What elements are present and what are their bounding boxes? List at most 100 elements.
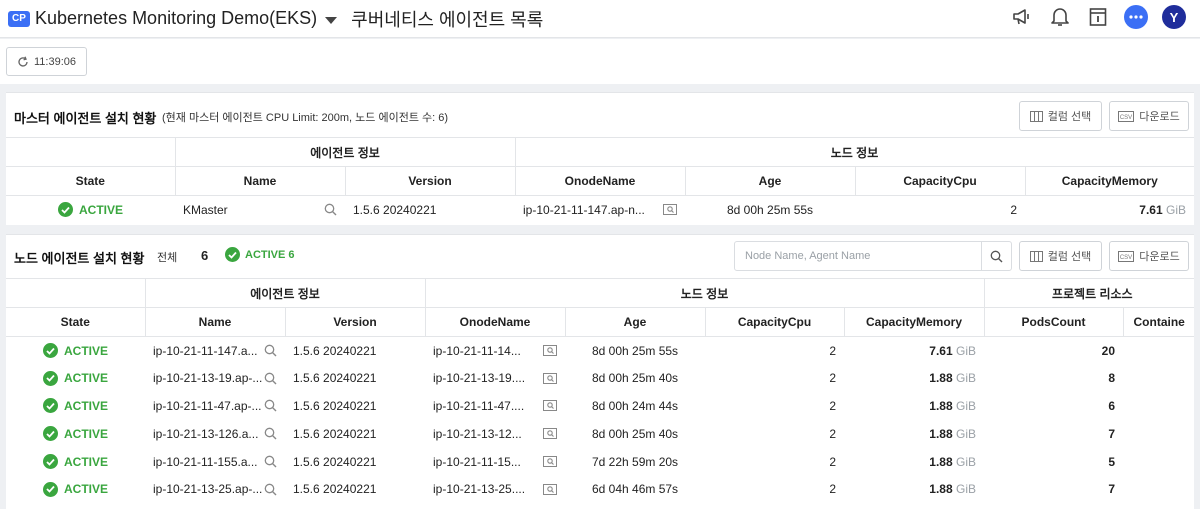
node-detail-icon[interactable] bbox=[663, 204, 678, 216]
column-header-state[interactable]: State bbox=[6, 307, 146, 337]
name-cell[interactable]: KMaster bbox=[175, 196, 345, 224]
agent-name: ip-10-21-11-147.a... bbox=[153, 343, 258, 358]
page-title: 쿠버네티스 에이전트 목록 bbox=[351, 9, 544, 30]
cpu-cell: 2 bbox=[829, 454, 837, 469]
column-select-button[interactable]: 컬럼 선택 bbox=[1019, 101, 1102, 131]
state-label: ACTIVE bbox=[63, 482, 108, 497]
name-cell[interactable]: ip-10-21-13-126.a... bbox=[145, 420, 285, 448]
column-select-button[interactable]: 컬럼 선택 bbox=[1019, 241, 1102, 271]
column-header-onodename[interactable]: OnodeName bbox=[425, 307, 566, 337]
memory-cell: 7.61 GiB bbox=[1025, 196, 1194, 224]
node-detail-icon[interactable] bbox=[543, 345, 558, 357]
master-panel-subtitle: (현재 마스터 에이전트 CPU Limit: 200m, 노드 에이전트 수:… bbox=[162, 112, 449, 124]
name-cell[interactable]: ip-10-21-11-147.a... bbox=[145, 337, 285, 365]
column-header-capacitymemory[interactable]: CapacityMemory bbox=[1025, 166, 1194, 196]
state-cell: ACTIVE bbox=[6, 475, 145, 503]
containers-cell bbox=[1123, 337, 1194, 365]
dropdown-caret-icon[interactable] bbox=[325, 16, 338, 24]
table-row[interactable]: ACTIVE ip-10-21-11-47.ap-... 1.5.6 2024022… bbox=[6, 392, 1194, 420]
csv-label: CSV bbox=[1120, 115, 1132, 121]
memory-unit: GiB bbox=[956, 482, 977, 497]
check-circle-icon bbox=[225, 247, 240, 262]
table-row[interactable]: ACTIVE ip-10-21-11-147.a... 1.5.6 20240221… bbox=[6, 337, 1194, 365]
node-detail-icon[interactable] bbox=[543, 400, 558, 412]
column-header-name[interactable]: Name bbox=[145, 307, 286, 337]
search-button[interactable] bbox=[981, 242, 1011, 270]
active-summary-label: ACTIVE 6 bbox=[245, 248, 295, 261]
name-cell[interactable]: ip-10-21-13-25.ap-... bbox=[145, 475, 285, 503]
table-row[interactable]: ACTIVE ip-10-21-11-155.a... 1.5.6 20240221… bbox=[6, 448, 1194, 476]
onode-cell[interactable]: ip-10-21-13-25.... bbox=[425, 475, 565, 503]
info-panel-icon[interactable] bbox=[1086, 5, 1110, 29]
total-count: 6 bbox=[201, 248, 209, 263]
node-detail-icon[interactable] bbox=[543, 483, 558, 495]
node-detail-icon[interactable] bbox=[543, 456, 558, 468]
refresh-time-button[interactable]: 11:39:06 bbox=[6, 47, 87, 76]
search-input[interactable] bbox=[735, 242, 981, 270]
onode-name: ip-10-21-13-12... bbox=[433, 426, 522, 441]
onode-cell[interactable]: ip-10-21-11-47.... bbox=[425, 392, 565, 420]
group-header-project: 프로젝트 리소스 bbox=[984, 278, 1194, 308]
onode-cell[interactable]: ip-10-21-11-147.ap-n... bbox=[515, 196, 685, 224]
column-header-capacitycpu[interactable]: CapacityCpu bbox=[855, 166, 1026, 196]
refresh-time: 11:39:06 bbox=[34, 55, 77, 68]
master-panel-header: 마스터 에이전트 설치 현황 (현재 마스터 에이전트 CPU Limit: 2… bbox=[6, 93, 1194, 137]
memory-value: 1.88 bbox=[929, 482, 953, 497]
chat-icon[interactable] bbox=[1124, 5, 1148, 29]
column-header-onodename[interactable]: OnodeName bbox=[515, 166, 686, 196]
onode-cell[interactable]: ip-10-21-13-19.... bbox=[425, 364, 565, 392]
column-header-age[interactable]: Age bbox=[685, 166, 856, 196]
search-icon[interactable] bbox=[264, 427, 277, 440]
cp-badge: CP bbox=[8, 10, 30, 27]
table-row[interactable]: ACTIVE ip-10-21-13-25.ap-... 1.5.6 2024022… bbox=[6, 475, 1194, 503]
onode-cell[interactable]: ip-10-21-13-12... bbox=[425, 420, 565, 448]
search-icon[interactable] bbox=[324, 203, 337, 216]
pods-count-cell: 7 bbox=[1108, 482, 1116, 497]
table-row[interactable]: ACTIVE KMaster 1.5.6 20240221 ip-10-21-1… bbox=[6, 196, 1194, 224]
download-button[interactable]: CSV 다운로드 bbox=[1109, 101, 1189, 131]
search-icon[interactable] bbox=[264, 344, 277, 357]
name-cell[interactable]: ip-10-21-13-19.ap-... bbox=[145, 364, 285, 392]
column-header-age[interactable]: Age bbox=[565, 307, 706, 337]
onode-cell[interactable]: ip-10-21-11-14... bbox=[425, 337, 565, 365]
search-icon[interactable] bbox=[264, 372, 277, 385]
agent-name: ip-10-21-11-155.a... bbox=[153, 454, 258, 469]
avatar[interactable]: Y bbox=[1162, 5, 1186, 29]
check-circle-icon bbox=[57, 202, 73, 218]
age-cell: 8d 00h 25m 40s bbox=[591, 371, 679, 386]
column-header-capacitymemory[interactable]: CapacityMemory bbox=[844, 307, 985, 337]
column-header-version[interactable]: Version bbox=[345, 166, 516, 196]
column-header-podscount[interactable]: PodsCount bbox=[984, 307, 1124, 337]
megaphone-icon[interactable] bbox=[1010, 5, 1034, 29]
age-cell: 8d 00h 25m 55s bbox=[591, 343, 679, 358]
download-button[interactable]: CSV 다운로드 bbox=[1109, 241, 1189, 271]
node-detail-icon[interactable] bbox=[543, 372, 558, 384]
name-cell[interactable]: ip-10-21-11-155.a... bbox=[145, 448, 285, 476]
onode-cell[interactable]: ip-10-21-11-15... bbox=[425, 448, 565, 476]
column-select-label: 컬럼 선택 bbox=[1047, 111, 1092, 123]
memory-cell: 1.88 GiB bbox=[844, 364, 984, 392]
column-header-containers[interactable]: Containe bbox=[1123, 307, 1194, 337]
column-header-name[interactable]: Name bbox=[175, 166, 346, 196]
memory-unit: GiB bbox=[956, 343, 977, 358]
column-select-label: 컬럼 선택 bbox=[1047, 251, 1092, 263]
search-icon[interactable] bbox=[264, 455, 277, 468]
search-icon[interactable] bbox=[264, 483, 277, 496]
total-label: 전체 bbox=[157, 252, 178, 264]
node-detail-icon[interactable] bbox=[543, 428, 558, 440]
age-cell: 8d 00h 25m 55s bbox=[726, 202, 814, 217]
table-row[interactable]: ACTIVE ip-10-21-13-126.a... 1.5.6 20240221… bbox=[6, 420, 1194, 448]
project-name[interactable]: Kubernetes Monitoring Demo(EKS) bbox=[35, 8, 317, 29]
column-header-version[interactable]: Version bbox=[285, 307, 426, 337]
column-header-state[interactable]: State bbox=[6, 166, 176, 196]
age-cell: 7d 22h 59m 20s bbox=[591, 454, 679, 469]
top-icons: Y bbox=[1010, 5, 1186, 29]
group-header-node: 노드 정보 bbox=[425, 278, 985, 308]
search-icon[interactable] bbox=[264, 399, 277, 412]
cpu-cell: 2 bbox=[829, 398, 837, 413]
state-cell: ACTIVE bbox=[6, 337, 145, 365]
table-row[interactable]: ACTIVE ip-10-21-13-19.ap-... 1.5.6 2024022… bbox=[6, 364, 1194, 392]
column-header-capacitycpu[interactable]: CapacityCpu bbox=[705, 307, 845, 337]
name-cell[interactable]: ip-10-21-11-47.ap-... bbox=[145, 392, 285, 420]
bell-icon[interactable] bbox=[1048, 5, 1072, 29]
